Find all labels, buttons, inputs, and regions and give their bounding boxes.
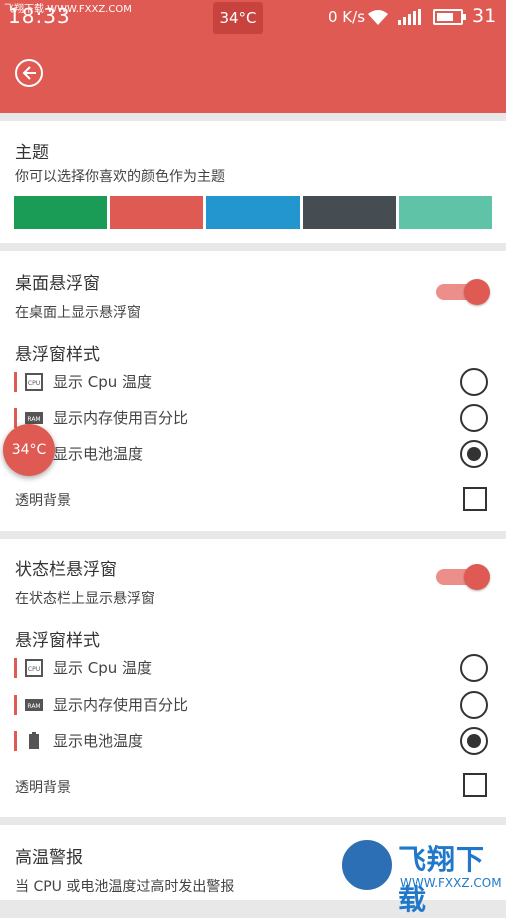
swatch-blue[interactable] [206,196,300,229]
swatch-dark[interactable] [302,196,396,229]
ram-icon: RAM [25,699,43,711]
option-label: 显示内存使用百分比 [53,409,189,427]
svg-text:CPU: CPU [28,666,40,673]
theme-subtitle: 你可以选择你喜欢的颜色作为主题 [15,169,225,185]
alarm-subtitle: 当 CPU 或电池温度过高时发出警报 [15,879,235,895]
statusbar-style-title: 悬浮窗样式 [15,631,100,651]
transparent-checkbox[interactable] [463,773,487,797]
statusbar-option-battery[interactable]: 显示电池温度 [0,727,506,757]
back-button[interactable] [15,59,43,87]
net-speed: 0 K/s [328,8,366,26]
swatch-red[interactable] [110,196,204,229]
wifi-icon [366,8,390,30]
theme-title: 主题 [15,143,49,163]
cpu-icon: CPU [25,659,43,677]
option-label: 显示内存使用百分比 [53,696,189,714]
logo-url: WWW.FXXZ.COM [400,876,502,890]
statusbar-float-card: 状态栏悬浮窗 在状态栏上显示悬浮窗 悬浮窗样式 CPU 显示 Cpu 温度 RA… [0,539,506,817]
radio-battery[interactable] [460,727,488,755]
statusbar-option-cpu[interactable]: CPU 显示 Cpu 温度 [0,654,506,684]
option-label: 显示 Cpu 温度 [53,373,153,391]
desktop-float-card: 桌面悬浮窗 在桌面上显示悬浮窗 悬浮窗样式 CPU 显示 Cpu 温度 RAM … [0,251,506,531]
desktop-option-cpu[interactable]: CPU 显示 Cpu 温度 [0,368,506,398]
signal-icon [398,9,424,29]
transparent-label: 透明背景 [15,493,71,509]
svg-text:RAM: RAM [27,416,40,423]
app-bar: 飞翔下载 WWW.FXXZ.COM 18:33 34°C 0 K/s 31 [0,0,506,113]
battery-status-icon [433,9,466,25]
status-temperature: 34°C [213,2,263,34]
radio-cpu[interactable] [460,654,488,682]
desktop-float-title: 桌面悬浮窗 [15,274,100,294]
back-arrow-icon [22,66,36,80]
swatch-teal[interactable] [398,196,493,229]
battery-level: 31 [472,5,497,27]
radio-battery[interactable] [460,440,488,468]
radio-cpu[interactable] [460,368,488,396]
svg-text:RAM: RAM [27,703,40,710]
desktop-float-subtitle: 在桌面上显示悬浮窗 [15,305,141,321]
statusbar-option-ram[interactable]: RAM 显示内存使用百分比 [0,691,506,721]
desktop-float-toggle[interactable] [436,279,490,305]
statusbar-float-subtitle: 在状态栏上显示悬浮窗 [15,591,155,607]
battery-icon [29,732,39,749]
cpu-icon: CPU [25,373,43,391]
alarm-title: 高温警报 [15,848,83,868]
radio-ram[interactable] [460,691,488,719]
status-bar: 飞翔下载 WWW.FXXZ.COM 18:33 34°C 0 K/s 31 [0,0,506,36]
option-label: 显示电池温度 [53,445,144,463]
statusbar-float-toggle[interactable] [436,564,490,590]
transparent-checkbox[interactable] [463,487,487,511]
theme-swatches [14,196,493,229]
svg-text:CPU: CPU [28,380,40,387]
desktop-option-ram[interactable]: RAM 显示内存使用百分比 [0,404,506,434]
option-label: 显示电池温度 [53,732,144,750]
desktop-option-battery[interactable]: 显示电池温度 [0,440,506,470]
floating-temperature-bubble[interactable]: 34°C [3,424,55,476]
swatch-green[interactable] [14,196,108,229]
logo-icon [340,838,394,892]
statusbar-float-title: 状态栏悬浮窗 [15,560,117,580]
radio-ram[interactable] [460,404,488,432]
status-time: 18:33 [8,4,71,28]
transparent-label: 透明背景 [15,780,71,796]
option-label: 显示 Cpu 温度 [53,659,153,677]
desktop-style-title: 悬浮窗样式 [15,345,100,365]
watermark-logo: 飞翔下载 WWW.FXXZ.COM [338,832,503,916]
